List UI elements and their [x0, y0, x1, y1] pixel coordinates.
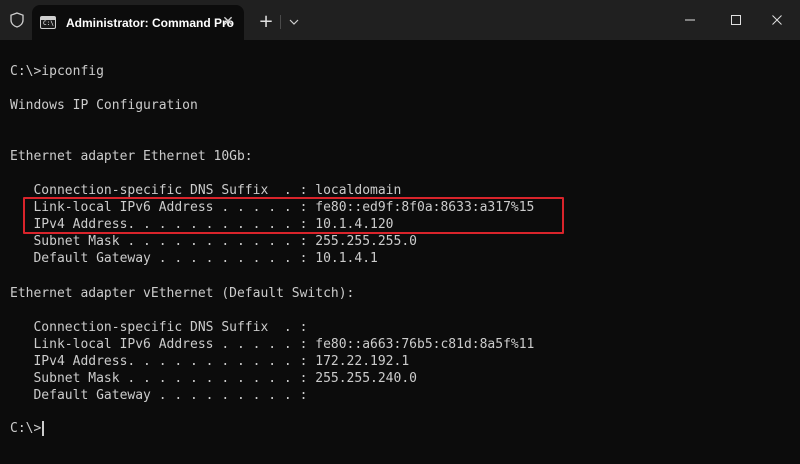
title-bar[interactable]: C:\ Administrator: Command Pro ✕ +: [0, 0, 800, 40]
prompt-text: C:\>: [10, 421, 42, 436]
close-window-icon[interactable]: [754, 0, 800, 40]
terminal-output[interactable]: C:\>ipconfig Windows IP Configuration Et…: [0, 40, 800, 464]
chevron-down-icon[interactable]: [281, 9, 307, 35]
output-heading: Windows IP Configuration: [10, 98, 198, 113]
terminal-icon: C:\: [40, 16, 56, 29]
terminal-window: C:\ Administrator: Command Pro ✕ + C:\>i…: [0, 0, 800, 464]
output-line: Default Gateway . . . . . . . . . :: [10, 388, 308, 403]
highlight-box: [23, 197, 564, 234]
output-line: Subnet Mask . . . . . . . . . . . : 255.…: [10, 371, 417, 386]
tab-command-prompt[interactable]: C:\ Administrator: Command Pro ✕: [32, 5, 244, 40]
adapter-heading: Ethernet adapter Ethernet 10Gb:: [10, 149, 253, 164]
shield-icon: [9, 12, 25, 28]
prompt-line[interactable]: C:\>: [10, 420, 45, 437]
tab-title: Administrator: Command Pro: [66, 15, 235, 30]
new-tab-group: +: [252, 9, 308, 35]
output-line: Connection-specific DNS Suffix . :: [10, 320, 308, 335]
maximize-icon[interactable]: [713, 0, 759, 40]
adapter-heading: Ethernet adapter vEthernet (Default Swit…: [10, 286, 355, 301]
command-line: C:\>ipconfig: [10, 64, 104, 79]
text-cursor: [42, 421, 45, 436]
output-line: Subnet Mask . . . . . . . . . . . : 255.…: [10, 234, 417, 249]
output-line: Default Gateway . . . . . . . . . : 10.1…: [10, 251, 378, 266]
terminal-icon-glyph: C:\: [43, 20, 54, 27]
output-line: IPv4 Address. . . . . . . . . . . : 172.…: [10, 354, 410, 369]
output-line: Link-local IPv6 Address . . . . . : fe80…: [10, 337, 535, 352]
plus-icon[interactable]: +: [252, 9, 280, 35]
minimize-icon[interactable]: [667, 0, 713, 40]
close-icon[interactable]: ✕: [220, 14, 236, 30]
